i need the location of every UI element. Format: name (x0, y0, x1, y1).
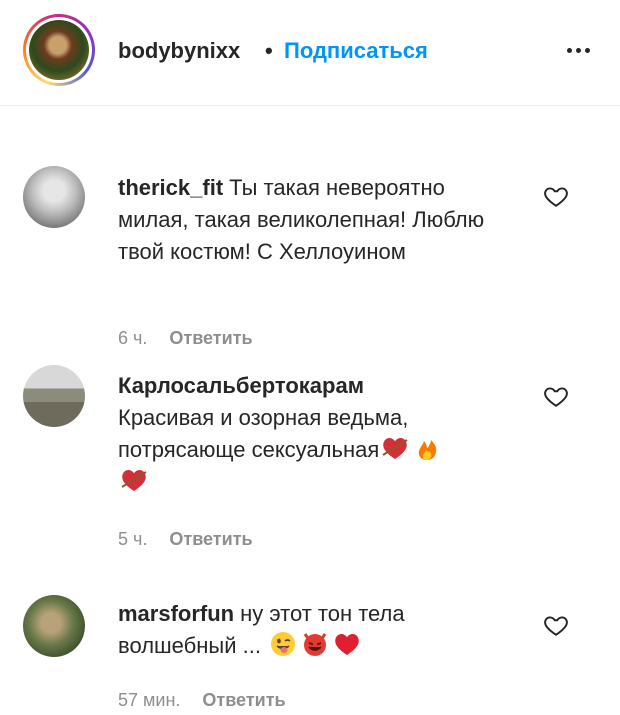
commenter-avatar[interactable] (23, 595, 85, 657)
heart-outline-icon[interactable] (543, 183, 569, 209)
heart-with-arrow-emoji (121, 470, 147, 491)
smiling-devil-emoji (303, 633, 327, 656)
post-author-username[interactable]: bodybynixx (118, 38, 240, 64)
post-header: bodybynixx • Подписаться (0, 0, 620, 106)
avatar-image (29, 20, 89, 80)
comment-body: marsforfun ну этот тон тела волшебный ... (118, 598, 518, 662)
heart-outline-icon[interactable] (543, 612, 569, 638)
follow-button[interactable]: Подписаться (284, 38, 428, 64)
tongue-wink-emoji (271, 632, 296, 656)
comment-timestamp[interactable]: 5 ч. (118, 529, 147, 549)
avatar-border (26, 17, 92, 83)
commenter-avatar[interactable] (23, 365, 85, 427)
comment-meta: 57 мин. Ответить (118, 690, 286, 711)
heart-with-arrow-emoji (382, 438, 408, 459)
comment-timestamp[interactable]: 57 мин. (118, 690, 180, 710)
more-options-icon[interactable] (558, 30, 598, 70)
separator-dot: • (265, 38, 273, 63)
post-author-avatar[interactable] (23, 14, 95, 86)
heart-outline-icon[interactable] (543, 383, 569, 409)
commenter-avatar[interactable] (23, 166, 85, 228)
commenter-username[interactable]: therick_fit (118, 175, 223, 200)
reply-button[interactable]: Ответить (202, 690, 285, 710)
fire-emoji (419, 440, 437, 460)
reply-button[interactable]: Ответить (169, 328, 252, 348)
comment-meta: 6 ч. Ответить (118, 328, 253, 349)
red-heart-emoji (335, 634, 359, 655)
comment-meta: 5 ч. Ответить (118, 529, 253, 550)
dot-1 (566, 47, 572, 53)
dot-2 (575, 47, 581, 53)
dot-3 (584, 47, 590, 53)
reply-button[interactable]: Ответить (169, 529, 252, 549)
commenter-username[interactable]: Карлосальбертокарам (118, 373, 364, 398)
comment-text: Красивая и озорная ведьма, потрясающе се… (118, 405, 409, 462)
comment-timestamp[interactable]: 6 ч. (118, 328, 147, 348)
comment-body: Карлосальбертокарам Красивая и озорная в… (118, 370, 518, 498)
comment-body: therick_fit Ты такая невероятно милая, та… (118, 172, 518, 268)
commenter-username[interactable]: marsforfun (118, 601, 234, 626)
